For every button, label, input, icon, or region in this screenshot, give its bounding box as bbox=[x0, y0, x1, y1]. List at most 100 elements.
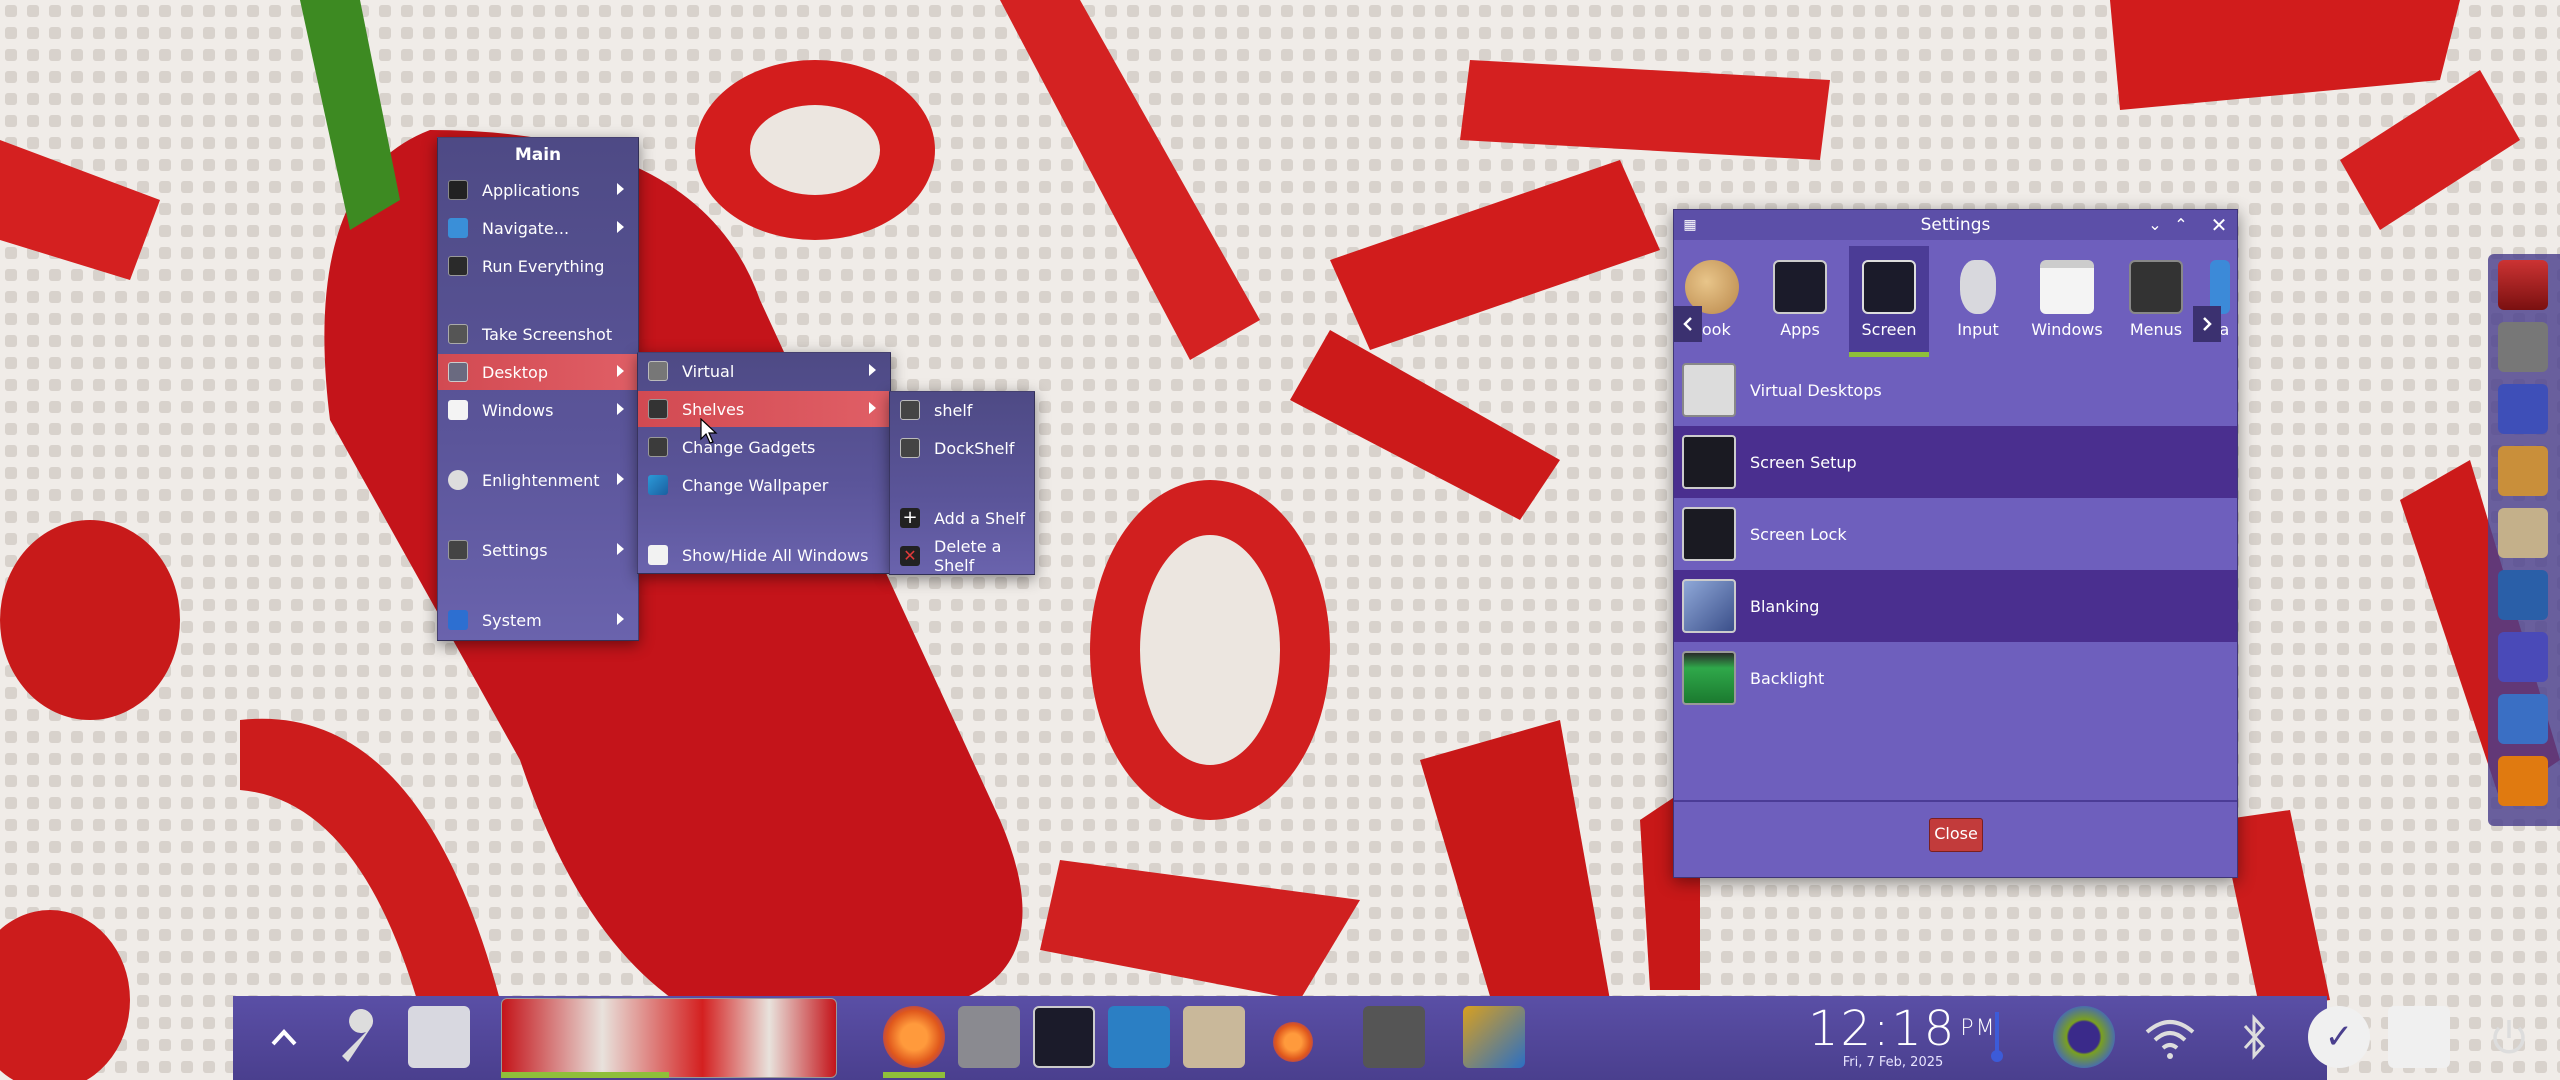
menu-item-enlightenment[interactable]: Enlightenment bbox=[438, 462, 638, 498]
screen-icon bbox=[1862, 260, 1916, 314]
chevron-left-icon bbox=[1683, 317, 1692, 331]
menu-item-system[interactable]: System bbox=[438, 602, 638, 638]
lock-icon bbox=[1682, 507, 1736, 561]
power-icon[interactable] bbox=[2478, 1006, 2540, 1068]
close-icon[interactable]: ✕ bbox=[2207, 210, 2231, 240]
menu-item-windows[interactable]: Windows bbox=[438, 392, 638, 428]
document-app-icon[interactable] bbox=[2498, 694, 2548, 744]
desktop-icon bbox=[448, 362, 468, 382]
menu-item-label: Applications bbox=[482, 180, 580, 200]
wrench-icon[interactable] bbox=[328, 1006, 390, 1068]
menu-item-navigate[interactable]: Navigate... bbox=[438, 210, 638, 246]
tab-menus[interactable]: Menus bbox=[2116, 246, 2196, 352]
headphones-app-icon[interactable] bbox=[2498, 384, 2548, 434]
tabs-scroll-right-button[interactable] bbox=[2193, 306, 2221, 342]
menu-item-add-shelf[interactable]: + Add a Shelf bbox=[890, 500, 1034, 536]
menu-item-shelf[interactable]: shelf bbox=[890, 392, 1034, 428]
menu-item-label: Windows bbox=[482, 400, 554, 420]
menu-item-settings[interactable]: Settings bbox=[438, 532, 638, 568]
tab-label: Menus bbox=[2129, 320, 2183, 339]
bicycle-app-icon[interactable] bbox=[958, 1006, 1020, 1068]
close-button[interactable]: Close bbox=[1929, 818, 1983, 852]
menu-item-change-wallpaper[interactable]: Change Wallpaper bbox=[638, 467, 890, 503]
maximize-icon[interactable]: ⌃ bbox=[2169, 210, 2193, 240]
firefox-small-app-icon[interactable] bbox=[1273, 1022, 1313, 1062]
settings-item-list: Virtual Desktops Screen Setup Screen Loc… bbox=[1674, 354, 2237, 714]
vlc-app-icon[interactable] bbox=[2498, 756, 2548, 806]
screen-setup-icon bbox=[1682, 435, 1736, 489]
sliders-icon bbox=[1682, 363, 1736, 417]
tab-windows[interactable]: Windows bbox=[2027, 246, 2107, 352]
tab-screen[interactable]: Screen bbox=[1849, 246, 1929, 357]
kde-icon[interactable] bbox=[2388, 1006, 2450, 1068]
list-item-screen-lock[interactable]: Screen Lock bbox=[1674, 498, 2237, 570]
menu-item-virtual[interactable]: Virtual bbox=[638, 353, 890, 389]
list-item-virtual-desktops[interactable]: Virtual Desktops bbox=[1674, 354, 2237, 426]
menu-item-run-everything[interactable]: Run Everything bbox=[438, 248, 638, 284]
terminal-app-icon[interactable] bbox=[1033, 1006, 1095, 1068]
window-menu-icon[interactable]: ▦ bbox=[1678, 210, 1702, 240]
tab-apps[interactable]: Apps bbox=[1760, 246, 1840, 352]
screensaver-icon[interactable] bbox=[408, 1006, 470, 1068]
settings-title: Settings bbox=[1920, 215, 1991, 235]
checkmark-icon[interactable]: ✓ bbox=[2308, 1006, 2370, 1068]
clock-time: 12:18 PM bbox=[1808, 1001, 1997, 1057]
menu-item-label: DockShelf bbox=[934, 438, 1015, 458]
list-item-screen-setup[interactable]: Screen Setup bbox=[1674, 426, 2237, 498]
settings-titlebar[interactable]: ▦ Settings ⌄ ⌃ ✕ bbox=[1674, 210, 2237, 240]
hex-editor-app-icon[interactable] bbox=[2498, 570, 2548, 620]
submenu-arrow-icon bbox=[617, 183, 624, 195]
tabs-scroll-left-button[interactable] bbox=[1674, 306, 1702, 342]
menu-item-take-screenshot[interactable]: Take Screenshot bbox=[438, 316, 638, 352]
menu-item-change-gadgets[interactable]: Change Gadgets bbox=[638, 429, 890, 465]
submenu-arrow-icon bbox=[617, 403, 624, 415]
desktop-submenu: Virtual Shelves Change Gadgets Change Wa… bbox=[637, 352, 891, 574]
menu-item-label: Enlightenment bbox=[482, 470, 600, 490]
submenu-arrow-icon bbox=[617, 473, 624, 485]
battery-icon[interactable] bbox=[2053, 1006, 2115, 1068]
menu-item-applications[interactable]: Applications bbox=[438, 172, 638, 208]
clock[interactable]: 12:18 PM Fri, 7 Feb, 2025 bbox=[1808, 1001, 1997, 1074]
menu-item-dockshelf[interactable]: DockShelf bbox=[890, 430, 1034, 466]
window-icon bbox=[2040, 260, 2094, 314]
menu-item-label: Delete a Shelf bbox=[934, 537, 1002, 575]
menu-item-show-hide-windows[interactable]: Show/Hide All Windows bbox=[638, 537, 890, 573]
submenu-arrow-icon bbox=[617, 613, 624, 625]
install-app-icon[interactable] bbox=[1183, 1006, 1245, 1068]
main-menu-title: Main bbox=[514, 145, 562, 165]
menu-item-label: Change Wallpaper bbox=[682, 475, 829, 495]
terminal-icon bbox=[448, 180, 468, 200]
chevron-right-icon bbox=[2203, 317, 2212, 331]
navigate-icon bbox=[448, 218, 468, 238]
screenshot-icon bbox=[448, 324, 468, 344]
tab-input[interactable]: Input bbox=[1938, 246, 2018, 352]
blanking-icon bbox=[1682, 579, 1736, 633]
menu-item-desktop[interactable]: Desktop bbox=[438, 354, 638, 390]
settings-app-icon[interactable] bbox=[1363, 1006, 1425, 1068]
menu-item-label: Add a Shelf bbox=[934, 508, 1026, 528]
menu-item-delete-shelf[interactable]: ✕ Delete a Shelf bbox=[890, 537, 1034, 575]
chevron-up-icon[interactable] bbox=[253, 1006, 315, 1068]
bluetooth-icon[interactable] bbox=[2223, 1006, 2285, 1068]
inkscape-alt-app-icon[interactable] bbox=[2498, 632, 2548, 682]
menu-item-label: Settings bbox=[482, 540, 548, 560]
menu-icon bbox=[2129, 260, 2183, 314]
wifi-icon[interactable] bbox=[2139, 1006, 2201, 1068]
inkscape-app-icon[interactable] bbox=[2498, 508, 2548, 558]
firefox-app-icon[interactable] bbox=[883, 1006, 945, 1068]
desktop-pager-icon[interactable] bbox=[501, 998, 837, 1078]
menu-item-shelves[interactable]: Shelves bbox=[638, 391, 890, 427]
tab-label: Screen bbox=[1861, 320, 1917, 339]
tools-app-icon[interactable] bbox=[1108, 1006, 1170, 1068]
gimp-app-icon[interactable] bbox=[2498, 446, 2548, 496]
submenu-arrow-icon bbox=[869, 402, 876, 414]
tools-app-icon[interactable] bbox=[2498, 322, 2548, 372]
right-dock bbox=[2488, 254, 2560, 826]
list-item-blanking[interactable]: Blanking bbox=[1674, 570, 2237, 642]
menu-item-label: Run Everything bbox=[482, 256, 605, 276]
minimize-icon[interactable]: ⌄ bbox=[2143, 210, 2167, 240]
thermometer-icon[interactable] bbox=[1987, 1006, 2007, 1068]
red-triangle-app-icon[interactable] bbox=[2498, 260, 2548, 310]
kolourpaint-app-icon[interactable] bbox=[1463, 1006, 1525, 1068]
list-item-backlight[interactable]: Backlight bbox=[1674, 642, 2237, 714]
